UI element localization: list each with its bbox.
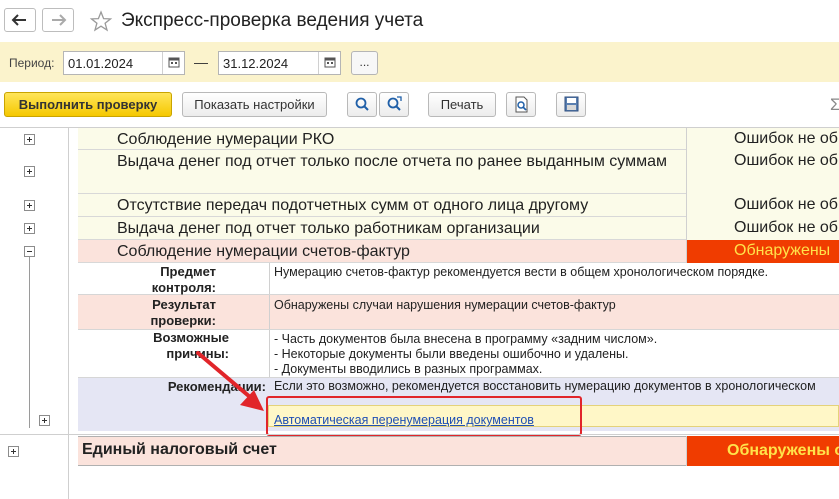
period-start-value: 01.01.2024 — [68, 56, 134, 71]
tree-line — [29, 255, 30, 428]
result-label: Результат проверки: — [150, 297, 216, 328]
period-end-calendar-button[interactable] — [318, 52, 340, 74]
recommend-text: Если это возможно, рекомендуется восстан… — [274, 379, 816, 393]
print-button[interactable]: Печать — [428, 92, 496, 117]
subject-label: Предмет контроля: — [151, 264, 216, 295]
subject-text: Нумерацию счетов-фактур рекомендуется ве… — [274, 265, 769, 279]
cause-item: - Часть документов была внесена в програ… — [274, 332, 658, 346]
print-preview-icon — [515, 96, 528, 113]
row-status: Ошибок не обн — [686, 150, 839, 194]
group-name: Единый налоговый счет — [82, 441, 277, 458]
cause-item: - Документы вводились в разных программа… — [274, 362, 543, 376]
expand-icon[interactable] — [24, 223, 35, 234]
result-text: Обнаружены случаи нарушения нумерации сч… — [274, 298, 616, 312]
annotation-arrow-icon — [196, 351, 264, 411]
expand-icon[interactable] — [24, 166, 35, 177]
run-check-button[interactable]: Выполнить проверку — [4, 92, 172, 117]
find-button[interactable] — [347, 92, 377, 117]
annotation-highlight-box — [266, 396, 582, 436]
row-name: Выдача денег под отчет только работникам… — [117, 220, 540, 237]
search-refresh-icon — [387, 96, 402, 111]
period-label: Период: — [9, 56, 55, 70]
arrow-left-icon — [11, 14, 26, 26]
row-status: Ошибок не обн — [686, 128, 839, 150]
calendar-icon — [168, 57, 180, 68]
row-name: Соблюдение нумерации счетов-фактур — [117, 243, 410, 260]
group-status-error: Обнаружены о — [686, 436, 839, 466]
row-name: Выдача денег под отчет только после отче… — [117, 153, 667, 170]
find-next-button[interactable] — [379, 92, 409, 117]
expand-icon[interactable] — [8, 446, 19, 457]
back-button[interactable] — [4, 8, 36, 32]
group-separator — [0, 434, 839, 435]
row-status: Ошибок не обн — [686, 194, 839, 217]
forward-button[interactable] — [42, 8, 74, 32]
expand-icon[interactable] — [24, 200, 35, 211]
cause-item: - Некоторые документы были введены ошибо… — [274, 347, 629, 361]
print-preview-button[interactable] — [506, 92, 536, 117]
period-end-value: 31.12.2024 — [223, 56, 289, 71]
arrow-right-icon — [52, 14, 67, 26]
tree-border — [68, 127, 69, 499]
expand-icon[interactable] — [39, 415, 50, 426]
show-settings-button[interactable]: Показать настройки — [182, 92, 327, 117]
row-name: Соблюдение нумерации РКО — [117, 131, 335, 148]
calendar-icon — [324, 57, 336, 68]
collapse-icon[interactable] — [24, 246, 35, 257]
row-status-error: Обнаружены — [686, 240, 839, 263]
page-title: Экспресс-проверка ведения учета — [121, 10, 424, 31]
favorite-star-icon[interactable] — [89, 10, 113, 32]
sum-icon[interactable]: Σ — [830, 95, 839, 115]
period-start-calendar-button[interactable] — [162, 52, 184, 74]
save-button[interactable] — [556, 92, 586, 117]
row-name: Отсутствие передач подотчетных сумм от о… — [117, 197, 589, 214]
row-status: Ошибок не обн — [686, 217, 839, 240]
floppy-disk-icon — [564, 96, 579, 112]
expand-icon[interactable] — [24, 134, 35, 145]
search-icon — [355, 97, 369, 111]
period-separator: — — [194, 54, 208, 70]
period-select-button[interactable]: ... — [351, 51, 378, 75]
